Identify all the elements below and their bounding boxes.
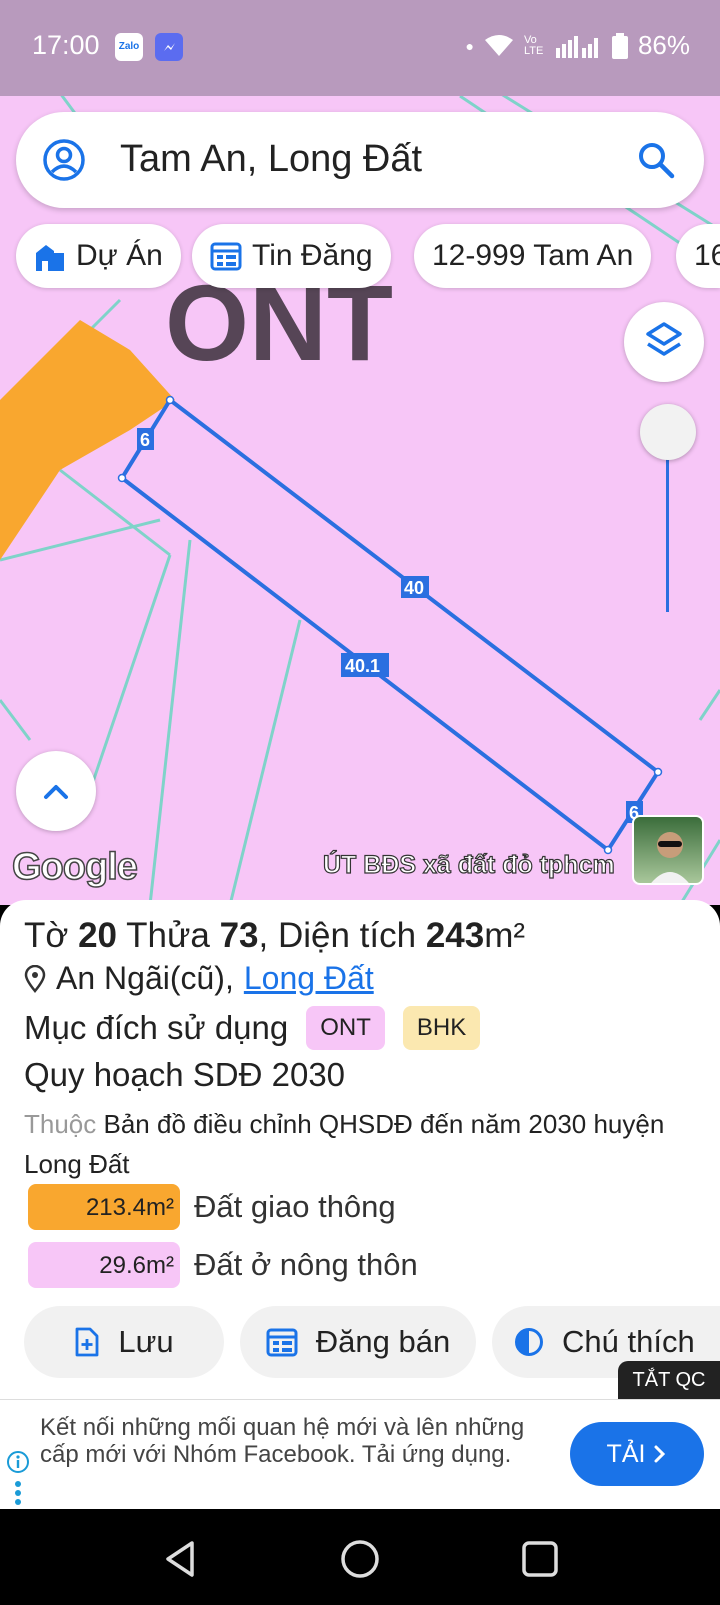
parcel-address: An Ngãi(cũ), Long Đất: [24, 960, 374, 997]
contrast-icon: [515, 1328, 543, 1356]
address-link[interactable]: Long Đất: [244, 960, 374, 997]
chevron-up-icon: [44, 785, 68, 799]
plot-label: Thửa: [126, 916, 210, 955]
legend-label: Chú thích: [562, 1324, 695, 1359]
chip-label: 16: [694, 239, 720, 272]
post-sale-label: Đăng bán: [315, 1324, 451, 1359]
ad-download-button[interactable]: TẢI: [570, 1422, 704, 1486]
belong-text: Bản đồ điều chỉnh QHSDĐ đến năm 2030 huy…: [24, 1109, 665, 1179]
watermark-avatar: [632, 815, 704, 885]
status-indicators: ● Vo LTE 86%: [465, 30, 690, 61]
area-type-label: Đất ở nông thôn: [194, 1247, 418, 1282]
chip-label: 12-999 Tam An: [432, 239, 634, 272]
building-icon: [36, 245, 64, 271]
chip-projects[interactable]: Dự Án: [16, 224, 181, 288]
area-value-box: 213.4m²: [28, 1184, 180, 1230]
battery-percent: 86%: [637, 30, 690, 60]
save-label: Lưu: [118, 1324, 174, 1359]
calendar-icon: [210, 242, 242, 271]
status-bar: 17:00 Zalo ● Vo LTE 86%: [0, 0, 720, 96]
dot-icon: ●: [465, 37, 474, 54]
area-label: , Diện tích: [258, 916, 417, 955]
back-icon[interactable]: [158, 1537, 202, 1581]
navigation-bar: [0, 1509, 720, 1605]
location-pin-icon: [24, 964, 46, 993]
edge-label-top: 40: [404, 578, 424, 598]
search-bar[interactable]: Tam An, Long Đất: [16, 112, 704, 208]
opacity-slider-thumb[interactable]: [640, 404, 696, 460]
area-breakdown-row: 29.6m² Đất ở nông thôn: [28, 1242, 418, 1288]
recent-apps-icon[interactable]: [518, 1537, 562, 1581]
sheet-number: 20: [78, 916, 118, 955]
edge-label-bottom: 40.1: [345, 656, 380, 676]
save-button[interactable]: Lưu: [24, 1306, 224, 1378]
watermark-text: ÚT BĐS xã đất đỏ tphcm: [322, 850, 615, 879]
plan-title: Quy hoạch SDĐ 2030: [24, 1056, 346, 1093]
belong-prefix: Thuộc: [24, 1109, 97, 1139]
area-breakdown-row: 213.4m² Đất giao thông: [28, 1184, 396, 1230]
sheet-label: Tờ: [24, 916, 69, 955]
chip-label: Dự Án: [76, 239, 163, 272]
chevron-right-icon: [654, 1445, 666, 1463]
address-text: An Ngãi(cũ),: [56, 960, 234, 996]
area-value-box: 29.6m²: [28, 1242, 180, 1288]
plan-source: Thuộc Bản đồ điều chỉnh QHSDĐ đến năm 20…: [24, 1104, 704, 1184]
edge-label-left: 6: [140, 430, 150, 450]
search-icon[interactable]: [636, 140, 676, 180]
home-icon[interactable]: [338, 1537, 382, 1581]
ad-text: Kết nối những mối quan hệ mới và lên nhữ…: [40, 1414, 525, 1468]
close-ad-button[interactable]: TẮT QC: [618, 1361, 720, 1399]
expand-button[interactable]: [16, 751, 96, 831]
search-input[interactable]: Tam An, Long Đất: [120, 138, 422, 181]
info-icon[interactable]: [6, 1450, 30, 1474]
chip-listings[interactable]: Tin Đăng: [192, 224, 391, 288]
layers-icon: [646, 322, 682, 356]
purpose-tag-ont[interactable]: ONT: [306, 1006, 385, 1050]
layers-button[interactable]: [624, 302, 704, 382]
area-type-label: Đất giao thông: [194, 1189, 396, 1224]
wifi-icon: [484, 34, 513, 56]
purpose-label: Mục đích sử dụng: [24, 1009, 289, 1046]
chip-label: Tin Đăng: [252, 239, 373, 272]
messenger-icon: [155, 33, 183, 61]
area-unit: m²: [484, 916, 526, 955]
plot-number: 73: [219, 916, 259, 955]
account-icon[interactable]: [42, 138, 86, 182]
opacity-slider-track[interactable]: [666, 440, 669, 612]
ad-cta-label: TẢI: [606, 1439, 646, 1468]
more-options-icon[interactable]: [14, 1480, 22, 1506]
chip-address[interactable]: 12-999 Tam An: [414, 224, 652, 288]
post-sale-button[interactable]: Đăng bán: [240, 1306, 476, 1378]
volte-label: Vo LTE: [523, 33, 544, 57]
parcel-outline: [119, 397, 661, 853]
ad-banner[interactable]: Kết nối những mối quan hệ mới và lên nhữ…: [0, 1399, 720, 1509]
battery-icon: [611, 32, 628, 59]
parcel-title: Tờ 20 Thửa 73, Diện tích 243m²: [24, 916, 525, 956]
zalo-icon: Zalo: [115, 33, 143, 61]
purpose-tag-bhk[interactable]: BHK: [402, 1006, 481, 1050]
status-time: 17:00: [32, 30, 100, 60]
area-value: 243: [425, 916, 485, 955]
calendar-icon: [266, 1328, 298, 1357]
add-file-icon: [75, 1327, 99, 1357]
land-use-purpose: Mục đích sử dụng ONT BHK: [24, 1006, 481, 1050]
signal-icon: [555, 35, 598, 58]
google-logo: Google: [11, 845, 138, 889]
